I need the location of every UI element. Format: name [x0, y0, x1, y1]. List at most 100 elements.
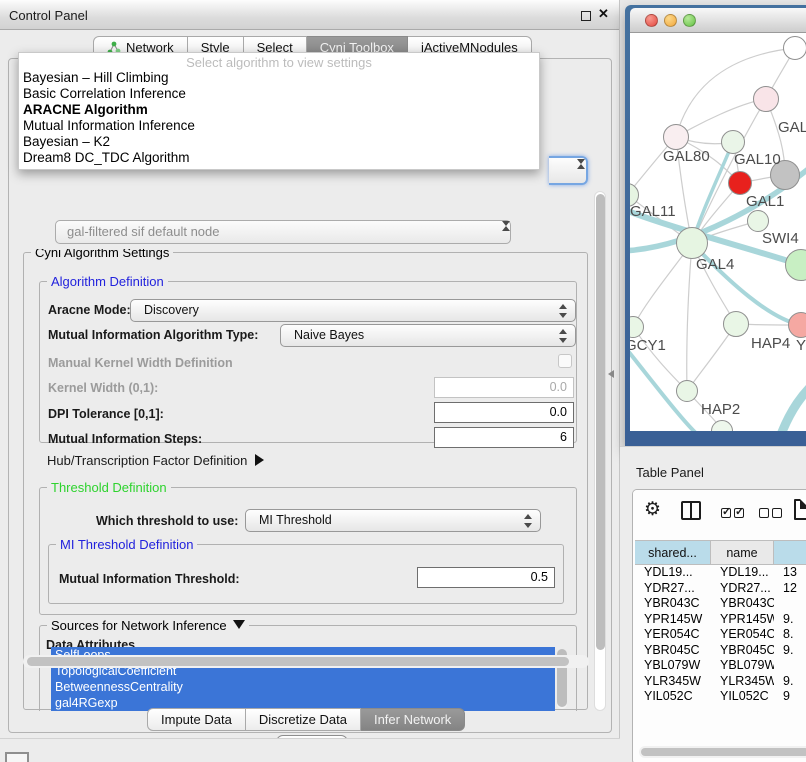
tab-discretize-data[interactable]: Discretize Data [246, 708, 361, 731]
expanded-arrow-icon [233, 620, 245, 629]
table-cell: 9. [774, 674, 806, 690]
network-selector-combobox[interactable]: gal-filtered sif default node [55, 220, 511, 244]
table-cell: YBR045C [635, 643, 711, 659]
zoom-traffic-light[interactable] [683, 14, 696, 27]
mi-threshold-field[interactable]: 0.5 [417, 567, 555, 588]
table-row[interactable]: YDR27...YDR27...12 [635, 581, 806, 597]
network-node-gal[interactable] [753, 86, 779, 112]
table-row[interactable]: YDL19...YDL19...13 [635, 565, 806, 581]
table-row[interactable]: YBR045CYBR045C9. [635, 643, 806, 659]
network-window-titlebar [630, 8, 806, 33]
kernel-width-field[interactable]: 0.0 [434, 377, 574, 398]
table-cell: 9. [774, 612, 806, 628]
node-label: GAL11 [630, 203, 676, 220]
split-columns-icon[interactable] [681, 501, 701, 520]
network-node-hap2[interactable] [676, 380, 698, 402]
table-row[interactable]: YPR145WYPR145W9. [635, 612, 806, 628]
gear-icon[interactable]: ⚙ [644, 498, 661, 521]
new-table-icon[interactable] [794, 499, 806, 520]
tab-discretize-data-label: Discretize Data [259, 712, 347, 727]
network-node[interactable] [783, 36, 806, 60]
table-row[interactable]: YBR043CYBR043C [635, 596, 806, 612]
table-cell: YBL079W [711, 658, 774, 674]
table-row[interactable]: YLR345WYLR345W9. [635, 674, 806, 690]
algorithm-combobox-fragment[interactable] [549, 156, 588, 185]
table-cell: YIL052C [711, 689, 774, 705]
data-attribute-item[interactable]: BetweennessCentrality [51, 679, 555, 695]
table-cell: YBR043C [635, 596, 711, 612]
table-row[interactable]: YER054CYER054C8. [635, 627, 806, 643]
settings-horizontal-scrollbar[interactable] [23, 655, 589, 668]
network-node-gal4[interactable] [676, 227, 708, 259]
network-view-window: GALGAL80GAL10GAL1GAL11SWI4GAL4GCY1HAP4YH… [625, 5, 806, 446]
table-cell [774, 596, 806, 612]
mi-algorithm-type-value: Naive Bayes [294, 328, 364, 342]
algorithm-option[interactable]: Bayesian – K2 [19, 134, 539, 150]
node-label: GAL [778, 119, 806, 136]
network-node-swi4[interactable] [747, 210, 769, 232]
mi-steps-label: Mutual Information Steps: [48, 432, 202, 446]
table-row[interactable]: YBL079WYBL079W [635, 658, 806, 674]
control-panel-titlebar: Control Panel ✕ [0, 0, 619, 30]
application-root: Control Panel ✕ Network Style Select Cyn… [0, 0, 806, 762]
sources-title[interactable]: Sources for Network Inference [47, 618, 249, 633]
network-node-hap4[interactable] [723, 311, 749, 337]
table-body: YDL19...YDL19...13YDR27...YDR27...12YBR0… [635, 565, 806, 705]
node-table: shared...name YDL19...YDL19...13YDR27...… [635, 540, 806, 705]
which-threshold-combobox[interactable]: MI Threshold [245, 509, 541, 532]
combo-arrows-icon [559, 329, 568, 343]
table-horizontal-scrollbar[interactable] [639, 746, 806, 758]
settings-vertical-scrollbar[interactable] [594, 191, 606, 711]
table-row[interactable]: YIL052CYIL052C9 [635, 689, 806, 705]
collapsed-arrow-icon [255, 454, 264, 466]
combo-arrows-icon [559, 304, 568, 318]
node-label: HAP2 [701, 401, 740, 418]
minimize-traffic-light[interactable] [664, 14, 677, 27]
manual-kernel-width-label: Manual Kernel Width Definition [48, 356, 233, 370]
column-header[interactable]: shared... [635, 541, 711, 564]
select-all-columns-icon[interactable] [721, 505, 747, 523]
tab-impute-data[interactable]: Impute Data [147, 708, 246, 731]
table-toolbar: ⚙ [633, 490, 806, 534]
table-cell: 8. [774, 627, 806, 643]
table-cell: YER054C [711, 627, 774, 643]
table-header-row: shared...name [635, 540, 806, 565]
node-label: GCY1 [630, 337, 666, 354]
hub-definition-toggle[interactable]: Hub/Transcription Factor Definition [47, 453, 264, 468]
manual-kernel-width-checkbox[interactable] [558, 354, 572, 368]
table-cell: 9. [774, 643, 806, 659]
algorithm-option[interactable]: Basic Correlation Inference [19, 86, 539, 102]
aracne-mode-combobox[interactable]: Discovery [130, 299, 576, 322]
float-window-icon[interactable] [581, 11, 591, 21]
deselect-all-columns-icon[interactable] [759, 505, 785, 523]
minimized-panel-icon[interactable] [5, 752, 29, 762]
table-panel: ⚙ shared...name YDL19...YDL19...13YDR27.… [632, 489, 806, 762]
network-canvas[interactable]: GALGAL80GAL10GAL1GAL11SWI4GAL4GCY1HAP4YH… [630, 33, 806, 431]
mi-threshold-definition-group: MI Threshold Definition Mutual Informati… [48, 544, 564, 604]
mi-steps-field[interactable]: 6 [434, 427, 574, 448]
column-header[interactable] [774, 541, 806, 564]
node-label: Y [796, 337, 806, 354]
table-cell: YDL19... [711, 565, 774, 581]
close-icon[interactable]: ✕ [598, 6, 609, 22]
mi-algorithm-type-combobox[interactable]: Naive Bayes [280, 324, 576, 347]
table-cell: YIL052C [635, 689, 711, 705]
splitter-collapse-icon[interactable] [608, 370, 614, 378]
which-threshold-label: Which threshold to use: [96, 514, 238, 528]
settings-scrollpane: Cyni Algorithm Settings Algorithm Defini… [23, 249, 589, 711]
algorithm-option[interactable]: Bayesian – Hill Climbing [19, 70, 539, 86]
tab-infer-network[interactable]: Infer Network [361, 708, 465, 731]
table-cell [774, 658, 806, 674]
network-node-gal1[interactable] [728, 171, 752, 195]
combo-arrows-icon [524, 514, 533, 528]
cyni-bottom-tabbar: Impute Data Discretize Data Infer Networ… [147, 708, 465, 731]
dpi-tolerance-field[interactable]: 0.0 [434, 402, 574, 423]
algorithm-option[interactable]: Dream8 DC_TDC Algorithm [19, 150, 539, 166]
close-traffic-light[interactable] [645, 14, 658, 27]
column-header[interactable]: name [711, 541, 774, 564]
network-node-gal80[interactable] [663, 124, 689, 150]
mi-threshold-definition-title: MI Threshold Definition [56, 537, 197, 552]
control-panel-window: Control Panel ✕ Network Style Select Cyn… [0, 0, 620, 738]
algorithm-option[interactable]: ARACNE Algorithm [19, 102, 539, 118]
algorithm-option[interactable]: Mutual Information Inference [19, 118, 539, 134]
